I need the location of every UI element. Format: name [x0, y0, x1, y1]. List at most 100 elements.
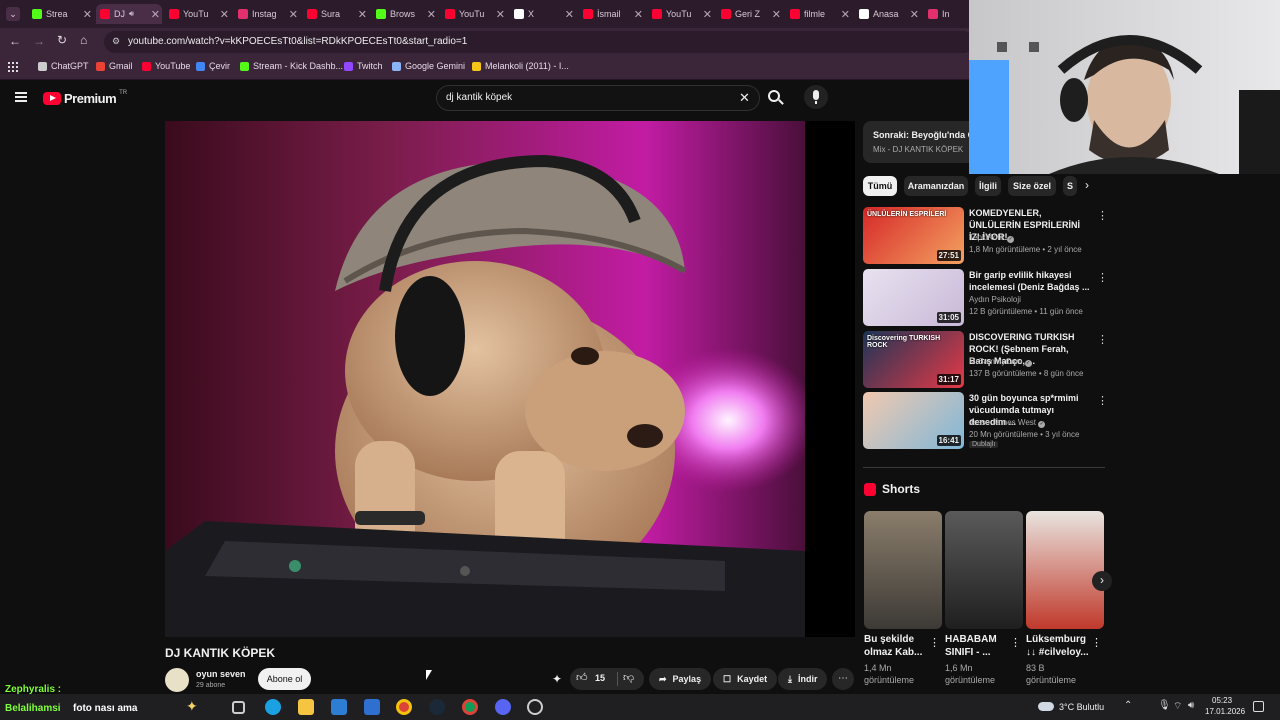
tab-close-icon[interactable]: ✕ — [496, 8, 505, 21]
mail-icon[interactable] — [364, 699, 380, 715]
video-options-icon[interactable]: ⋮ — [1097, 271, 1108, 284]
home-icon[interactable]: ⌂ — [80, 33, 87, 47]
browser-tab[interactable]: Brows ✕ — [372, 4, 438, 24]
search-box[interactable]: dj kantik köpek ✕ — [436, 85, 760, 111]
copilot-sparkle-icon[interactable]: ✦ — [186, 698, 198, 715]
video-options-icon[interactable]: ⋮ — [1097, 209, 1108, 222]
tab-search-button[interactable]: ⌄ — [6, 7, 20, 21]
short-options-icon[interactable]: ⋮ — [929, 636, 940, 649]
recommended-video[interactable]: ÜNLÜLERİN ESPRİLERİ 27:51 KOMEDYENLER, ÜNL… — [863, 207, 1108, 265]
bookmark-item[interactable]: Melankoli (2011) - I... — [472, 61, 569, 71]
video-options-icon[interactable]: ⋮ — [1097, 394, 1108, 407]
recommended-video[interactable]: 31:05 Bir garip evlilik hikayesi inceleme… — [863, 269, 1108, 327]
recommended-video[interactable]: Discovering TURKISH ROCK 31:17 DISCOVERING… — [863, 331, 1108, 389]
video-thumbnail[interactable]: Discovering TURKISH ROCK 31:17 — [863, 331, 964, 388]
browser-tab[interactable]: YouTu ✕ — [441, 4, 507, 24]
apps-grid-icon[interactable] — [8, 62, 18, 72]
short-thumbnail[interactable] — [864, 511, 942, 629]
video-player[interactable] — [165, 121, 855, 637]
task-view-icon[interactable] — [232, 701, 245, 714]
channel-name[interactable]: TepkiKolik ✓ — [969, 233, 1015, 243]
address-bar[interactable]: ⚙ youtube.com/watch?v=kKPOECEsTt0&list=R… — [104, 31, 974, 53]
download-button[interactable]: ⤓ İndir — [778, 668, 828, 690]
tray-chevron-icon[interactable]: ⌃ — [1124, 700, 1132, 711]
channel-name[interactable]: Aydın Psikoloji — [969, 295, 1021, 304]
notifications-icon[interactable] — [1253, 701, 1264, 712]
bookmark-item[interactable]: Stream - Kick Dashb... — [240, 61, 343, 71]
short-options-icon[interactable]: ⋮ — [1010, 636, 1021, 649]
browser-tab[interactable]: Instag ✕ — [234, 4, 300, 24]
video-thumbnail[interactable]: ÜNLÜLERİN ESPRİLERİ 27:51 — [863, 207, 964, 264]
tab-close-icon[interactable]: ✕ — [220, 8, 229, 21]
steam-icon[interactable] — [429, 699, 445, 715]
clear-search-icon[interactable]: ✕ — [739, 90, 750, 106]
browser-tab[interactable]: filmle ✕ — [786, 4, 852, 24]
clock-date[interactable]: 17.01.2026 — [1205, 707, 1245, 716]
browser-tab[interactable]: YouTu ✕ — [165, 4, 231, 24]
tab-close-icon[interactable]: ✕ — [703, 8, 712, 21]
mic-icon[interactable]: 🎙︎ — [1158, 700, 1171, 711]
browser-tab[interactable]: YouTu ✕ — [648, 4, 714, 24]
short-title[interactable]: Lüksemburg ↓↓ #cilveloy... — [1026, 633, 1096, 659]
save-button[interactable]: ☐ Kaydet — [713, 668, 778, 690]
tab-close-icon[interactable]: ✕ — [910, 8, 919, 21]
like-count[interactable]: 15 — [595, 673, 605, 683]
weather-icon[interactable] — [1038, 702, 1054, 711]
tab-close-icon[interactable]: ✕ — [358, 8, 367, 21]
chip-related[interactable]: İlgili — [975, 176, 1001, 196]
chips-next-icon[interactable]: › — [1085, 178, 1089, 192]
short-options-icon[interactable]: ⋮ — [1091, 636, 1102, 649]
discord-icon[interactable] — [495, 699, 511, 715]
dislike-icon[interactable]: 👎︎ — [623, 671, 634, 684]
browser-tab[interactable]: Anasa ✕ — [855, 4, 921, 24]
chip-more[interactable]: S — [1063, 176, 1077, 196]
chrome-icon[interactable] — [396, 699, 412, 715]
tab-close-icon[interactable]: ✕ — [634, 8, 643, 21]
tab-close-icon[interactable]: ✕ — [289, 8, 298, 21]
browser-tab[interactable]: DJ 🔊︎ ✕ — [96, 4, 162, 24]
bookmark-item[interactable]: ChatGPT — [38, 61, 89, 71]
tab-close-icon[interactable]: ✕ — [427, 8, 436, 21]
tab-close-icon[interactable]: ✕ — [83, 8, 92, 21]
channel-name[interactable]: Jesse James West ✓ — [969, 418, 1046, 428]
share-button[interactable]: ➦ Paylaş — [649, 668, 712, 690]
volume-icon[interactable]: 🔊︎ — [1188, 700, 1194, 711]
forward-icon[interactable]: → — [33, 34, 45, 48]
bookmark-item[interactable]: Çevir — [196, 61, 230, 71]
chip-all[interactable]: Tümü — [863, 176, 897, 196]
store-icon[interactable] — [331, 699, 347, 715]
browser-tab[interactable]: Strea ✕ — [28, 4, 94, 24]
bookmark-item[interactable]: Google Gemini — [392, 61, 465, 71]
browser-tab[interactable]: Geri Z ✕ — [717, 4, 783, 24]
url-text[interactable]: youtube.com/watch?v=kKPOECEsTt0&list=RDk… — [128, 36, 467, 47]
bookmark-item[interactable]: Twitch — [344, 61, 383, 71]
like-icon[interactable]: 👍︎ — [576, 671, 588, 684]
recommended-video[interactable]: 16:41 30 gün boyunca sp*rmimi vücudumda t… — [863, 392, 1108, 450]
tab-close-icon[interactable]: ✕ — [565, 8, 574, 21]
chrome-icon-2[interactable] — [462, 699, 478, 715]
browser-tab[interactable]: Sura ✕ — [303, 4, 369, 24]
subscribe-button[interactable]: Abone ol — [258, 668, 311, 690]
channel-name[interactable]: oyun seven — [196, 669, 246, 679]
menu-icon[interactable] — [15, 92, 27, 102]
chip-for-you[interactable]: Size özel — [1008, 176, 1056, 196]
shorts-next-icon[interactable]: › — [1092, 571, 1112, 591]
site-info-icon[interactable]: ⚙ — [112, 36, 120, 47]
youtube-logo[interactable]: Premium TR — [43, 90, 127, 106]
tab-close-icon[interactable]: ✕ — [841, 8, 850, 21]
tab-audio-icon[interactable]: 🔊︎ — [129, 9, 134, 19]
bookmark-item[interactable]: YouTube — [142, 61, 190, 71]
video-thumbnail[interactable]: 31:05 — [863, 269, 964, 326]
video-title[interactable]: Bir garip evlilik hikayesi incelemesi (D… — [969, 269, 1093, 293]
clock-time[interactable]: 05:23 — [1212, 696, 1232, 705]
tab-close-icon[interactable]: ✕ — [772, 8, 781, 21]
browser-tab[interactable]: İsmail ✕ — [579, 4, 645, 24]
wifi-icon[interactable]: ⌔ — [1173, 700, 1182, 713]
short-thumbnail[interactable] — [945, 511, 1023, 629]
edge-icon[interactable] — [265, 699, 281, 715]
file-explorer-icon[interactable] — [298, 699, 314, 715]
chip-from-search[interactable]: Aramanızdan — [904, 176, 968, 196]
weather-text[interactable]: 3°C Bulutlu — [1059, 702, 1104, 712]
app-icon[interactable] — [527, 699, 543, 715]
more-actions-button[interactable]: ⋯ — [832, 668, 854, 690]
